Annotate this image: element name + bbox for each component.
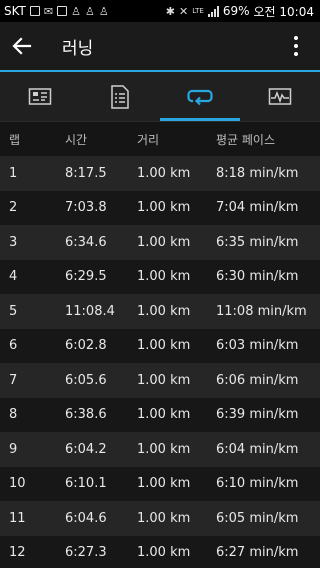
image-notification-icon — [57, 6, 68, 16]
table-row[interactable]: 2 7:03.8 1.00 km 7:04 min/km — [0, 190, 320, 225]
lap-avg-pace: 8:18 min/km — [216, 165, 299, 181]
network-type: LTE — [192, 6, 204, 15]
lap-distance: 1.00 km — [137, 303, 191, 319]
page-title: 러닝 — [62, 38, 94, 59]
table-row[interactable]: 5 11:08.4 1.00 km 11:08 min/km — [0, 294, 320, 329]
bluetooth-icon: ✱ — [165, 4, 175, 18]
table-row[interactable]: 3 6:34.6 1.00 km 6:35 min/km — [0, 225, 320, 260]
lap-distance: 1.00 km — [137, 372, 191, 388]
clock: 오전 10:04 — [253, 4, 314, 19]
lap-number: 3 — [9, 234, 18, 250]
lap-distance: 1.00 km — [137, 476, 191, 492]
lap-time: 6:10.1 — [65, 476, 107, 492]
header-time: 시간 — [65, 132, 88, 147]
facebook-notification-icon — [29, 6, 40, 16]
lap-avg-pace: 6:05 min/km — [216, 510, 299, 526]
lap-time: 6:38.6 — [65, 407, 107, 423]
table-body: 1 8:17.5 1.00 km 8:18 min/km 2 7:03.8 1.00 km 7… — [0, 156, 320, 568]
lap-number: 9 — [9, 441, 18, 457]
lap-distance: 1.00 km — [137, 407, 191, 423]
table-header: 랩 시간 거리 평균 페이스 — [0, 122, 320, 156]
back-button[interactable] — [0, 22, 44, 70]
lap-number: 1 — [9, 165, 18, 181]
table-row[interactable]: 12 6:27.3 1.00 km 6:27 min/km — [0, 535, 320, 568]
flag-stats-icon — [28, 87, 52, 105]
status-bar-left: SKT ✉ ♙ ♙ ♙ — [4, 4, 109, 18]
table-row[interactable]: 9 6:04.2 1.00 km 6:04 min/km — [0, 432, 320, 467]
lap-distance: 1.00 km — [137, 165, 191, 181]
running-notification-icon-2: ♙ — [84, 4, 95, 18]
battery-level: 69% — [222, 4, 250, 18]
lap-number: 10 — [9, 476, 26, 492]
lap-time: 6:04.2 — [65, 441, 107, 457]
lap-avg-pace: 6:27 min/km — [216, 545, 299, 561]
status-bar: SKT ✉ ♙ ♙ ♙ ✱ ✕ LTE 69% 오전 10:04 — [0, 0, 320, 22]
chart-wave-icon — [268, 87, 292, 105]
lap-distance: 1.00 km — [137, 338, 191, 354]
table-row[interactable]: 10 6:10.1 1.00 km 6:10 min/km — [0, 466, 320, 501]
lap-avg-pace: 6:35 min/km — [216, 234, 299, 250]
lap-distance: 1.00 km — [137, 510, 191, 526]
lap-distance: 1.00 km — [137, 441, 191, 457]
lap-time: 6:34.6 — [65, 234, 107, 250]
running-notification-icon-3: ♙ — [98, 4, 109, 18]
header-avg-pace: 평균 페이스 — [216, 132, 276, 147]
header-distance: 거리 — [137, 132, 160, 147]
table-row[interactable]: 11 6:04.6 1.00 km 6:05 min/km — [0, 501, 320, 536]
laps-table: 랩 시간 거리 평균 페이스 1 8:17.5 1.00 km 8:18 min/km… — [0, 122, 320, 568]
lap-number: 4 — [9, 269, 18, 285]
tab-graphs[interactable] — [240, 72, 320, 121]
lap-avg-pace: 11:08 min/km — [216, 303, 307, 319]
signal-strength-icon — [207, 5, 219, 17]
lap-avg-pace: 6:06 min/km — [216, 372, 299, 388]
lap-time: 8:17.5 — [65, 165, 107, 181]
table-row[interactable]: 4 6:29.5 1.00 km 6:30 min/km — [0, 259, 320, 294]
lap-time: 6:05.6 — [65, 372, 107, 388]
lap-distance: 1.00 km — [137, 269, 191, 285]
lap-time: 6:04.6 — [65, 510, 107, 526]
app-bar: 러닝 — [0, 22, 320, 70]
tab-laps[interactable] — [160, 72, 240, 121]
lap-avg-pace: 6:39 min/km — [216, 407, 299, 423]
running-notification-icon: ♙ — [71, 4, 81, 18]
lap-avg-pace: 6:03 min/km — [216, 338, 299, 354]
lap-time: 11:08.4 — [65, 303, 115, 319]
lap-time: 7:03.8 — [65, 200, 107, 216]
arrow-left-icon — [12, 37, 32, 55]
table-row[interactable]: 1 8:17.5 1.00 km 8:18 min/km — [0, 156, 320, 191]
tab-details[interactable] — [80, 72, 160, 121]
carrier-label: SKT — [4, 4, 26, 18]
lap-number: 7 — [9, 372, 18, 388]
lap-avg-pace: 6:04 min/km — [216, 441, 299, 457]
mail-notification-icon: ✉ — [43, 4, 54, 18]
lap-time: 6:02.8 — [65, 338, 107, 354]
table-row[interactable]: 7 6:05.6 1.00 km 6:06 min/km — [0, 363, 320, 398]
lap-number: 11 — [9, 510, 26, 526]
tab-summary[interactable] — [0, 72, 80, 121]
lap-distance: 1.00 km — [137, 200, 191, 216]
lap-number: 8 — [9, 407, 18, 423]
lap-distance: 1.00 km — [137, 545, 191, 561]
lap-avg-pace: 6:30 min/km — [216, 269, 299, 285]
loop-arrow-icon — [187, 89, 213, 105]
overflow-menu-button[interactable] — [284, 34, 308, 58]
tab-bar — [0, 72, 320, 122]
lap-time: 6:29.5 — [65, 269, 107, 285]
lap-number: 2 — [9, 200, 18, 216]
lap-number: 5 — [9, 303, 18, 319]
table-row[interactable]: 6 6:02.8 1.00 km 6:03 min/km — [0, 328, 320, 363]
header-lap: 랩 — [9, 132, 21, 147]
lap-number: 12 — [9, 545, 26, 561]
status-bar-right: ✱ ✕ LTE 69% 오전 10:04 — [166, 3, 314, 20]
table-row[interactable]: 8 6:38.6 1.00 km 6:39 min/km — [0, 397, 320, 432]
lap-distance: 1.00 km — [137, 234, 191, 250]
lap-number: 6 — [9, 338, 18, 354]
lap-avg-pace: 7:04 min/km — [216, 200, 299, 216]
lap-time: 6:27.3 — [65, 545, 107, 561]
mute-icon: ✕ — [178, 4, 189, 18]
document-list-icon — [111, 84, 129, 109]
lap-avg-pace: 6:10 min/km — [216, 476, 299, 492]
